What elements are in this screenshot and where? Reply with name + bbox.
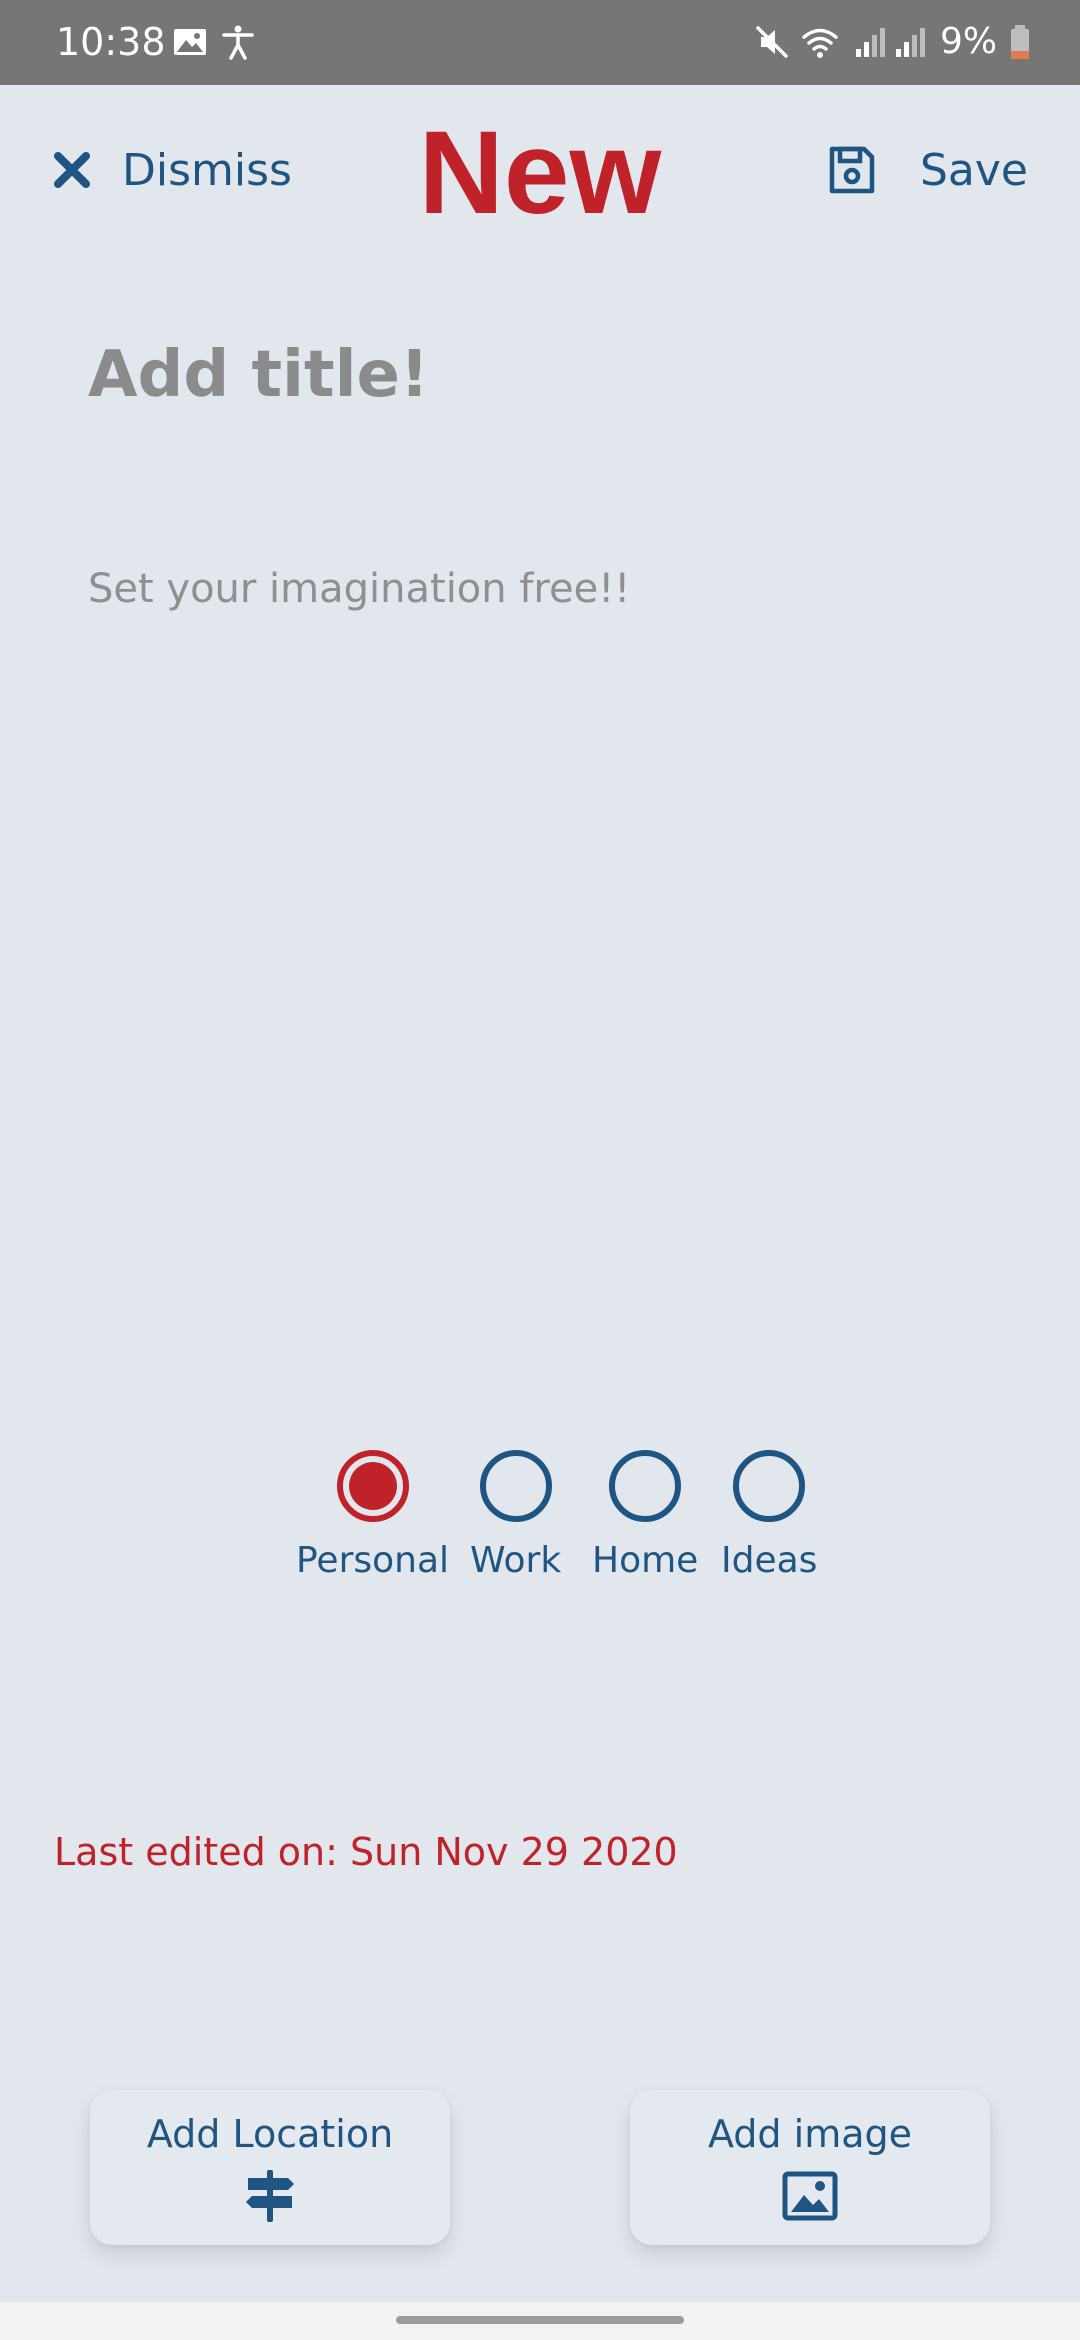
- note-body-input[interactable]: [88, 556, 988, 1316]
- save-label: Save: [919, 144, 1028, 196]
- add-location-button[interactable]: Add Location: [90, 2090, 450, 2245]
- mute-icon: [756, 26, 788, 58]
- category-work[interactable]: Work: [470, 1450, 561, 1581]
- status-bar: 10:38 9%: [0, 0, 1080, 85]
- category-label: Work: [470, 1540, 562, 1581]
- category-label: Ideas: [721, 1540, 818, 1581]
- radio-unselected-icon: [609, 1450, 682, 1522]
- category-home[interactable]: Home: [592, 1450, 698, 1581]
- status-time: 10:38: [56, 20, 166, 64]
- category-ideas[interactable]: Ideas: [721, 1450, 817, 1581]
- navigation-bar: [0, 2302, 1080, 2340]
- image-icon: [174, 29, 206, 55]
- accessibility-icon: [222, 25, 254, 60]
- dismiss-label: Dismiss: [122, 144, 292, 196]
- battery-percent: 9%: [940, 21, 998, 62]
- image-icon: [782, 2171, 838, 2220]
- last-edited-text: Last edited on: Sun Nov 29 2020: [54, 1830, 678, 1874]
- close-icon: [54, 152, 90, 188]
- battery-icon: [1011, 25, 1029, 59]
- add-image-button[interactable]: Add image: [630, 2090, 990, 2245]
- add-location-label: Add Location: [146, 2111, 394, 2156]
- dismiss-button[interactable]: Dismiss: [52, 135, 292, 205]
- category-label: Personal: [296, 1540, 450, 1581]
- radio-selected-icon: [336, 1450, 409, 1522]
- signpost-icon: [246, 2169, 294, 2222]
- radio-unselected-icon: [479, 1450, 552, 1522]
- category-label: Home: [592, 1540, 699, 1581]
- home-indicator[interactable]: [396, 2316, 684, 2324]
- save-button[interactable]: Save: [826, 135, 1028, 205]
- add-image-label: Add image: [707, 2111, 912, 2156]
- radio-unselected-icon: [733, 1450, 806, 1522]
- note-title-input[interactable]: [88, 330, 988, 420]
- wifi-icon: [802, 28, 838, 58]
- floppy-disk-icon: [829, 146, 875, 194]
- signal-icon: [896, 28, 925, 57]
- category-personal[interactable]: Personal: [296, 1450, 449, 1581]
- signal-icon: [856, 28, 885, 57]
